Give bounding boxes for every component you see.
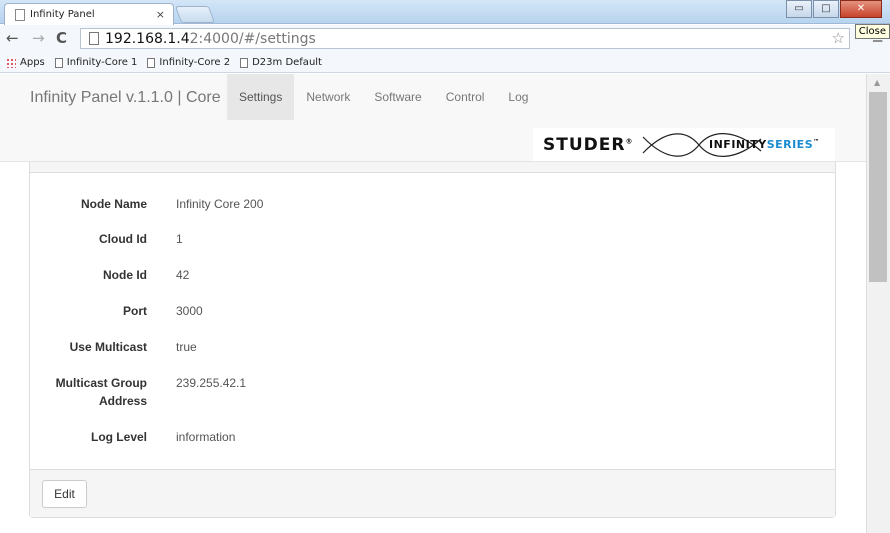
multicast-group-address-label: Multicast Group Address	[55, 376, 147, 408]
bookmark-d23m-default[interactable]: D23m Default	[240, 57, 322, 68]
page-icon	[54, 57, 63, 68]
bookmark-infinity-core-1[interactable]: Infinity-Core 1	[54, 57, 138, 68]
page-icon	[89, 32, 99, 45]
bookmark-label: D23m Default	[252, 57, 322, 68]
page-icon	[240, 57, 249, 68]
bookmark-apps[interactable]: Apps	[6, 57, 45, 68]
use-multicast-label: Use Multicast	[69, 340, 147, 354]
reload-icon[interactable]: C	[56, 29, 67, 47]
node-name-label: Node Name	[80, 197, 147, 211]
settings-list: Node Name Infinity Core 200 Cloud Id 1 N…	[30, 173, 835, 469]
forward-arrow-icon[interactable]: →	[32, 29, 45, 47]
tab-software[interactable]: Software	[362, 74, 433, 120]
bookmark-infinity-core-2[interactable]: Infinity-Core 2	[147, 57, 230, 68]
page-icon	[15, 8, 25, 21]
tab-title: Infinity Panel	[30, 9, 95, 20]
tab-close-icon[interactable]: ×	[156, 8, 165, 21]
bookmark-label: Apps	[20, 57, 45, 68]
back-arrow-icon[interactable]: ←	[6, 29, 19, 47]
multicast-group-address-value: 239.255.42.1	[176, 376, 247, 390]
scroll-thumb[interactable]	[869, 92, 887, 282]
browser-tab[interactable]: Infinity Panel ×	[4, 3, 174, 25]
tab-log[interactable]: Log	[496, 74, 540, 120]
close-tooltip: Close	[854, 24, 890, 39]
scroll-up-arrow-icon[interactable]: ▲	[874, 78, 880, 87]
node-id-label: Node Id	[103, 268, 147, 282]
bookmark-label: Infinity-Core 1	[66, 57, 138, 68]
bookmarks-bar: Apps Infinity-Core 1 Infinity-Core 2 D23…	[0, 53, 890, 73]
node-id-value: 42	[176, 268, 190, 282]
panel-footer: Edit	[30, 469, 835, 517]
bookmark-star-icon[interactable]: ☆	[832, 29, 845, 47]
url-path: 2:4000/#/settings	[189, 30, 316, 47]
browser-titlebar: Infinity Panel × ▭ □ ✕	[0, 0, 890, 25]
log-level-label: Log Level	[90, 430, 147, 444]
top-navbar: Infinity Panel v.1.1.0 | Core Settings N…	[0, 74, 866, 162]
cloud-id-label: Cloud Id	[99, 232, 147, 246]
logo-infinity-series-text: INFINITYSERIES™	[709, 138, 820, 151]
close-window-button[interactable]: ✕	[840, 0, 882, 18]
url-input[interactable]: 192.168.1.4 2:4000/#/settings ☆	[80, 28, 850, 49]
log-level-value: information	[176, 430, 236, 444]
tab-network[interactable]: Network	[294, 74, 362, 120]
app-brand[interactable]: Infinity Panel v.1.1.0 | Core	[30, 89, 221, 107]
port-value: 3000	[176, 304, 203, 318]
tab-control[interactable]: Control	[434, 74, 497, 120]
node-name-value: Infinity Core 200	[176, 197, 264, 211]
use-multicast-value: true	[176, 340, 197, 354]
port-label: Port	[123, 304, 147, 318]
edit-button[interactable]: Edit	[42, 480, 87, 508]
vertical-scrollbar[interactable]: ▲	[866, 74, 890, 533]
apps-icon	[6, 57, 16, 68]
logo-studer-text: STUDER®	[543, 134, 634, 155]
window-controls: ▭ □ ✕	[785, 0, 882, 20]
maximize-button[interactable]: □	[813, 0, 839, 18]
bookmark-label: Infinity-Core 2	[159, 57, 231, 68]
url-host: 192.168.1.4	[105, 30, 190, 47]
address-bar: ← → C 192.168.1.42:4000/#/settings ☆ ≡	[0, 25, 890, 53]
studer-infinity-logo: STUDER® INFINITYSERIES™	[533, 128, 835, 161]
page-viewport: Infinity Panel v.1.1.0 | Core Settings N…	[0, 74, 866, 533]
tab-settings[interactable]: Settings	[227, 74, 295, 120]
minimize-button[interactable]: ▭	[786, 0, 812, 18]
settings-panel: Node Name Infinity Core 200 Cloud Id 1 N…	[29, 152, 836, 518]
page-icon	[147, 57, 156, 68]
new-tab-button[interactable]	[174, 6, 216, 23]
cloud-id-value: 1	[176, 232, 183, 246]
nav-links: Settings Network Software Control Log	[227, 74, 540, 120]
